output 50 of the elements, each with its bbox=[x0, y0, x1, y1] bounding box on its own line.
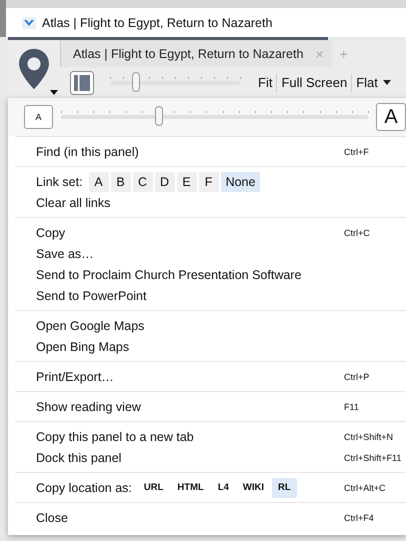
menu-item[interactable]: Find (in this panel) bbox=[36, 144, 139, 158]
option-button[interactable]: HTML bbox=[171, 478, 210, 498]
menu-item[interactable]: Dock this panel bbox=[36, 450, 122, 464]
toolbar-button[interactable]: Flat bbox=[352, 75, 395, 90]
option-button[interactable]: B bbox=[110, 172, 131, 192]
menu-item[interactable]: Open Bing Maps bbox=[36, 340, 130, 354]
large-font-button[interactable]: A bbox=[376, 103, 406, 131]
menu-item[interactable]: Clear all links bbox=[36, 196, 110, 210]
menu-item[interactable]: Copy this panel to a new tab bbox=[36, 430, 194, 444]
toolbar-button[interactable]: Full Screen bbox=[277, 75, 352, 90]
shortcut-text: Ctrl+P bbox=[344, 372, 370, 382]
menu-item[interactable]: Send to Proclaim Church Presentation Software bbox=[36, 268, 302, 282]
map-pin-icon[interactable] bbox=[18, 48, 50, 91]
option-button[interactable]: WIKI bbox=[236, 478, 270, 498]
menu-item[interactable]: Save as… bbox=[36, 246, 94, 260]
toolbar-button[interactable]: Fit bbox=[254, 75, 276, 90]
option-button[interactable]: None bbox=[220, 172, 260, 192]
menu-item[interactable]: Copy bbox=[36, 226, 66, 240]
option-button[interactable]: L4 bbox=[212, 478, 235, 498]
panel-layout-icon[interactable] bbox=[70, 70, 94, 94]
caret-icon bbox=[382, 80, 391, 85]
small-font-button[interactable]: A bbox=[24, 105, 53, 129]
option-button[interactable]: C bbox=[132, 172, 153, 192]
shortcut-text: Ctrl+Alt+C bbox=[344, 482, 387, 492]
shortcut-text: Ctrl+Shift+N bbox=[344, 432, 394, 442]
slider-thumb[interactable] bbox=[155, 106, 164, 126]
shortcut-text: Ctrl+C bbox=[344, 228, 371, 238]
menu-item[interactable]: Close bbox=[36, 510, 68, 524]
option-button[interactable]: F bbox=[198, 172, 219, 192]
option-button[interactable]: A bbox=[88, 172, 109, 192]
menu-item[interactable]: Show reading view bbox=[36, 400, 141, 414]
panel-tab[interactable]: Atlas | Flight to Egypt, Return to Nazareth × bbox=[60, 40, 332, 67]
slider-thumb[interactable] bbox=[132, 72, 140, 92]
shortcut-text: F11 bbox=[344, 402, 360, 412]
window-title: Atlas | Flight to Egypt, Return to Nazareth bbox=[42, 16, 272, 30]
menu-item[interactable]: Print/Export… bbox=[36, 370, 114, 384]
option-button[interactable]: URL bbox=[138, 478, 170, 498]
shortcut-text: Ctrl+F4 bbox=[344, 512, 375, 522]
menu-label: Copy location as: bbox=[36, 480, 132, 494]
menu-item[interactable]: Open Google Maps bbox=[36, 318, 144, 332]
menu-label: Link set: bbox=[36, 174, 83, 188]
app-logo-icon bbox=[22, 16, 36, 28]
shortcut-text: Ctrl+Shift+F11 bbox=[344, 452, 402, 462]
menu-item[interactable]: Send to PowerPoint bbox=[36, 288, 146, 302]
shortcut-text: Ctrl+F bbox=[344, 146, 370, 156]
option-button[interactable]: E bbox=[176, 172, 197, 192]
option-button[interactable]: RL bbox=[272, 478, 297, 498]
tab-title: Atlas | Flight to Egypt, Return to Nazareth bbox=[73, 46, 304, 60]
option-button[interactable]: D bbox=[154, 172, 175, 192]
caret-icon[interactable] bbox=[50, 90, 58, 95]
